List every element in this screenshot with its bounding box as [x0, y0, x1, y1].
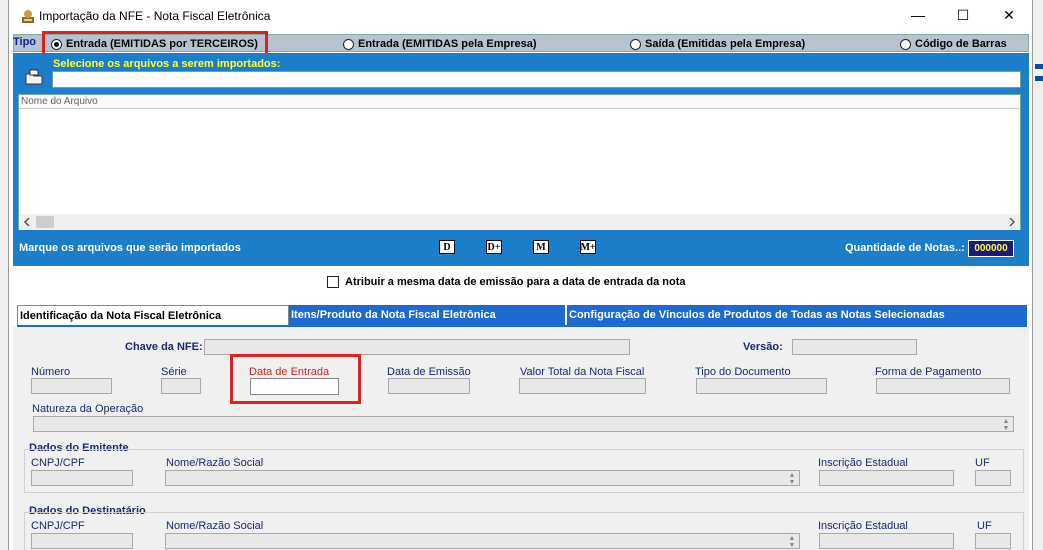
tab-label: Configuração de Vínculos de Produtos de … [569, 309, 945, 321]
valor-total-field[interactable] [519, 378, 646, 394]
destinatario-uf-field[interactable] [975, 533, 1011, 549]
data-entrada-label: Data de Entrada [249, 366, 330, 378]
tab-label: Identificação da Nota Fiscal Eletrônica [20, 309, 222, 322]
scrollbar-thumb[interactable] [36, 216, 54, 228]
emitente-uf-label: UF [975, 457, 990, 469]
select-files-label: Selecione os arquivos a serem importados… [53, 58, 281, 70]
emitente-uf-field[interactable] [975, 470, 1011, 486]
spin-arrows-icon[interactable]: ▲ ▼ [787, 535, 797, 549]
natureza-operacao-label: Natureza da Operação [32, 403, 144, 415]
maximize-button[interactable]: ☐ [940, 0, 986, 30]
emitente-cnpj-label: CNPJ/CPF [31, 457, 85, 469]
radio-label: Entrada (EMITIDAS pela Empresa) [358, 38, 537, 50]
horizontal-scrollbar[interactable] [19, 214, 1020, 230]
tab-identificacao[interactable]: Identificação da Nota Fiscal Eletrônica [17, 305, 289, 325]
versao-field[interactable] [792, 339, 917, 355]
chave-nfe-label: Chave da NFE: [125, 341, 203, 353]
same-date-checkbox[interactable]: Atribuir a mesma data de emissão para a … [327, 276, 686, 288]
same-date-label: Atribuir a mesma data de emissão para a … [345, 276, 686, 288]
destinatario-nome-label: Nome/Razão Social [166, 520, 264, 532]
marcar-button[interactable]: M [533, 240, 549, 254]
tipo-documento-label: Tipo do Documento [695, 366, 791, 378]
emitente-nome-field[interactable]: ▲ ▼ [165, 470, 800, 486]
radio-unselected-icon [630, 38, 641, 50]
close-button[interactable]: ✕ [986, 0, 1032, 30]
file-list[interactable]: Nome do Arquivo [18, 94, 1021, 230]
emitente-nome-label: Nome/Razão Social [166, 457, 264, 469]
quantity-value: 000000 [968, 240, 1014, 257]
radio-label: Saída (Emitidas pela Empresa) [645, 38, 806, 50]
open-folder-icon[interactable] [24, 69, 44, 85]
desmarcar-todos-button[interactable]: D+ [486, 240, 502, 254]
numero-label: Número [31, 366, 71, 378]
radio-saida-empresa[interactable]: Saída (Emitidas pela Empresa) [630, 38, 805, 50]
checkbox-icon[interactable] [327, 276, 339, 288]
valor-total-label: Valor Total da Nota Fiscal [520, 366, 645, 378]
scroll-right-icon[interactable] [1008, 218, 1016, 226]
minimize-icon: — [911, 7, 925, 23]
versao-label: Versão: [743, 341, 783, 353]
serie-label: Série [161, 366, 187, 378]
radio-label: Entrada (EMITIDAS por TERCEIROS) [66, 38, 258, 50]
numero-field[interactable] [31, 378, 112, 394]
marcar-todos-button[interactable]: M+ [580, 240, 596, 254]
destinatario-ie-label: Inscrição Estadual [818, 520, 908, 532]
radio-entrada-terceiros[interactable]: Entrada (EMITIDAS por TERCEIROS) [51, 38, 258, 50]
file-path-input[interactable] [52, 71, 1021, 88]
scroll-left-icon[interactable] [23, 218, 31, 226]
nfe-import-window: Importação da NFE - Nota Fiscal Eletrôni… [8, 0, 1033, 550]
window-title: Importação da NFE - Nota Fiscal Eletrôni… [39, 9, 271, 23]
close-icon: ✕ [1003, 6, 1015, 23]
spin-arrows-icon[interactable]: ▲ ▼ [787, 472, 797, 486]
radio-entrada-empresa[interactable]: Entrada (EMITIDAS pela Empresa) [343, 38, 537, 50]
desmarcar-button[interactable]: D [439, 240, 455, 254]
destinatario-nome-field[interactable]: ▲ ▼ [165, 533, 800, 549]
radio-label: Código de Barras [915, 38, 1007, 50]
destinatario-uf-label: UF [977, 520, 992, 532]
mark-files-label: Marque os arquivos que serão importados [19, 242, 241, 254]
forma-pagamento-label: Forma de Pagamento [875, 366, 982, 378]
tab-configuracao-vinculos[interactable]: Configuração de Vínculos de Produtos de … [567, 305, 1027, 325]
tab-label: Itens/Produto da Nota Fiscal Eletrônica [291, 309, 496, 321]
emitente-cnpj-field[interactable] [31, 470, 133, 486]
radio-unselected-icon [343, 38, 354, 50]
tab-bar: Identificação da Nota Fiscal Eletrônica … [17, 305, 1027, 325]
natureza-operacao-field[interactable]: ▲ ▼ [33, 416, 1014, 432]
tab-itens-produto[interactable]: Itens/Produto da Nota Fiscal Eletrônica [289, 305, 567, 325]
data-emissao-field[interactable] [388, 378, 470, 394]
serie-field[interactable] [161, 378, 201, 394]
spin-arrows-icon[interactable]: ▲ ▼ [1001, 418, 1011, 432]
column-header-filename[interactable]: Nome do Arquivo [19, 95, 1020, 109]
quantity-label: Quantidade de Notas..: [845, 242, 965, 254]
chave-nfe-field[interactable] [204, 339, 630, 355]
background-app-right [1033, 0, 1043, 550]
data-emissao-label: Data de Emissão [387, 366, 471, 378]
radio-selected-icon [51, 38, 62, 50]
destinatario-ie-field[interactable] [819, 533, 954, 549]
destinatario-cnpj-field[interactable] [31, 533, 133, 549]
app-icon [22, 10, 34, 23]
tipo-label: Tipo [13, 36, 37, 48]
data-entrada-input[interactable] [250, 378, 339, 395]
minimize-button[interactable]: — [895, 0, 941, 30]
emitente-ie-label: Inscrição Estadual [818, 457, 908, 469]
maximize-icon: ☐ [956, 6, 970, 23]
title-bar: Importação da NFE - Nota Fiscal Eletrôni… [9, 0, 1032, 32]
radio-codigo-barras[interactable]: Código de Barras [900, 38, 1007, 50]
forma-pagamento-field[interactable] [876, 378, 1010, 394]
background-app-left [0, 0, 8, 550]
destinatario-cnpj-label: CNPJ/CPF [31, 520, 85, 532]
radio-unselected-icon [900, 38, 911, 50]
emitente-ie-field[interactable] [819, 470, 954, 486]
tipo-documento-field[interactable] [696, 378, 827, 394]
